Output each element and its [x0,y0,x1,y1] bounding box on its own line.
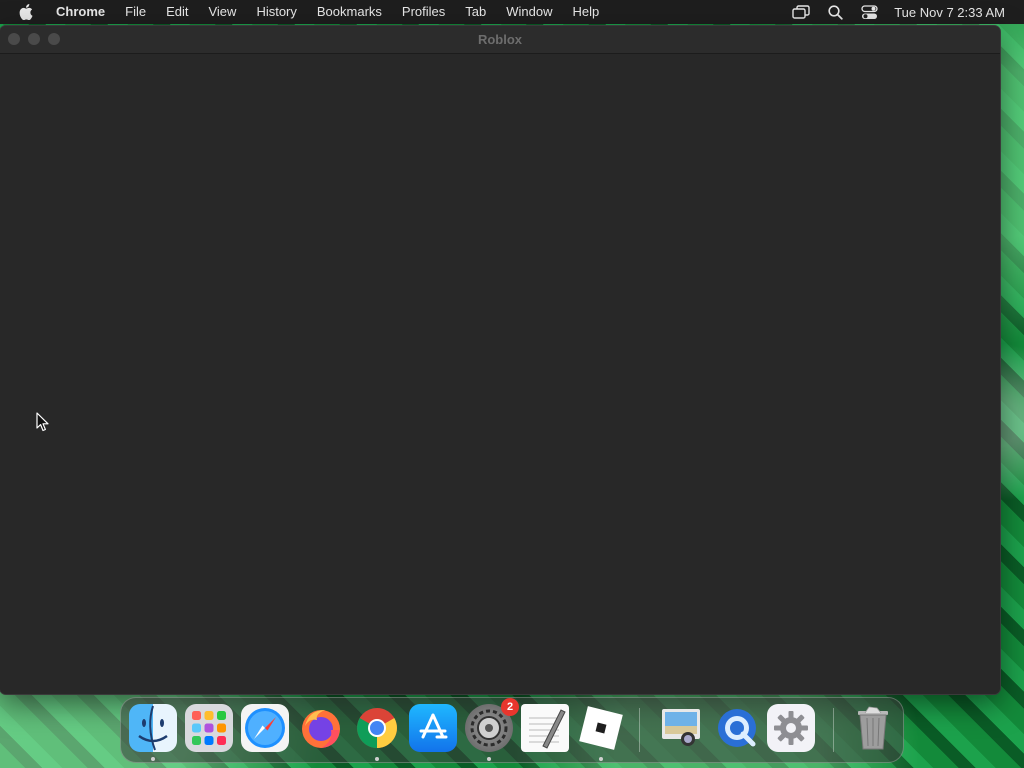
menu-help[interactable]: Help [563,0,610,24]
dock-quicktime[interactable] [713,704,761,752]
apple-icon[interactable] [18,4,34,20]
finder-icon [129,704,177,752]
preview-icon [657,704,705,752]
menu-bar-status-area: Tue Nov 7 2:33 AM [792,0,1024,24]
trash-icon [849,704,897,752]
menu-bookmarks[interactable]: Bookmarks [307,0,392,24]
dock-preview[interactable] [657,704,705,752]
screen-mirroring-icon[interactable] [792,4,810,20]
dock-system-settings[interactable]: 2 [465,698,519,752]
firefox-icon [297,704,345,752]
window-content-area[interactable] [0,54,1000,694]
search-icon[interactable] [826,4,844,20]
dock-firefox[interactable] [297,704,345,752]
notification-badge: 2 [501,698,519,716]
control-center-icon[interactable] [860,4,878,20]
menu-view[interactable]: View [198,0,246,24]
quicktime-icon [713,704,761,752]
dock-textedit[interactable] [521,704,569,752]
dock-separator [639,708,640,752]
menu-file[interactable]: File [115,0,156,24]
gear-icon [767,704,815,752]
dock-roblox[interactable] [577,704,625,752]
menu-bar: Chrome File Edit View History Bookmarks … [0,0,1024,24]
dock-launchpad[interactable] [185,704,233,752]
roblox-icon [577,704,625,752]
dock-separator [833,708,834,752]
chrome-running-indicator [375,757,379,761]
app-store-icon [409,704,457,752]
textedit-icon [521,704,569,752]
menu-window[interactable]: Window [496,0,562,24]
dock: 2 [120,697,904,763]
menu-app-name[interactable]: Chrome [46,0,115,24]
menu-profiles[interactable]: Profiles [392,0,455,24]
window-title: Roblox [477,32,523,47]
mouse-cursor-icon [36,412,50,432]
system-settings-running-indicator [487,757,491,761]
safari-icon [241,704,289,752]
menu-history[interactable]: History [246,0,306,24]
window-title-bar[interactable]: Roblox [0,26,1000,54]
finder-running-indicator [151,757,155,761]
dock-chrome[interactable] [353,704,401,752]
dock-finder[interactable] [129,704,177,752]
menu-tab[interactable]: Tab [455,0,496,24]
dock-app-store[interactable] [409,704,457,752]
launchpad-icon [185,704,233,752]
roblox-running-indicator [599,757,603,761]
menu-edit[interactable]: Edit [156,0,198,24]
dock-settings[interactable] [767,704,815,752]
roblox-window: Roblox [0,26,1000,694]
menu-bar-clock[interactable]: Tue Nov 7 2:33 AM [894,5,1005,20]
dock-safari[interactable] [241,704,289,752]
chrome-icon [353,704,401,752]
dock-trash[interactable] [849,704,897,752]
